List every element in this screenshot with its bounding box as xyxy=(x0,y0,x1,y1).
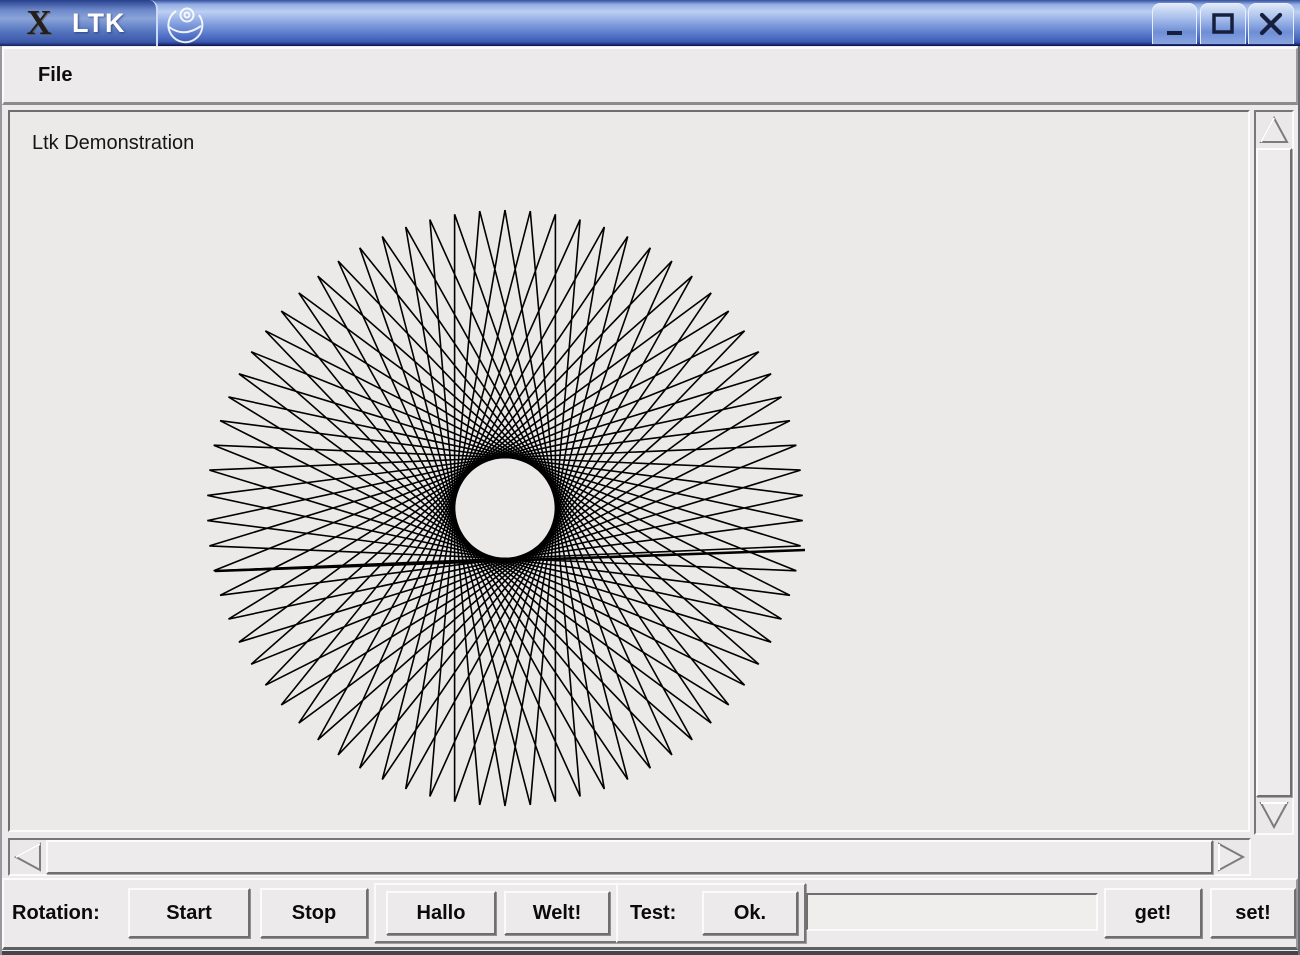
minimize-button[interactable] xyxy=(1152,3,1197,44)
spirograph-drawing xyxy=(10,112,1248,830)
welt-button[interactable]: Welt! xyxy=(504,891,610,935)
horizontal-scrollbar xyxy=(8,838,1251,876)
close-icon xyxy=(1258,11,1284,37)
right-arrow-icon xyxy=(1214,840,1248,874)
menu-file[interactable]: File xyxy=(30,62,80,89)
get-button[interactable]: get! xyxy=(1104,888,1202,938)
close-button[interactable] xyxy=(1248,3,1294,44)
window-title: LTK xyxy=(72,8,125,39)
stop-button[interactable]: Stop xyxy=(260,888,368,938)
x11-logo-icon: X xyxy=(22,5,56,41)
titlebar[interactable]: X LTK xyxy=(0,0,1300,46)
vertical-scrollbar-thumb[interactable] xyxy=(1256,148,1292,797)
scroll-down-button[interactable] xyxy=(1256,797,1292,833)
maximize-icon xyxy=(1211,12,1235,36)
maximize-button[interactable] xyxy=(1200,3,1246,44)
minimize-icon xyxy=(1164,10,1186,38)
left-arrow-icon xyxy=(11,840,45,874)
start-button[interactable]: Start xyxy=(128,888,250,938)
hallo-welt-frame: Hallo Welt! xyxy=(374,883,618,943)
test-frame: Test: Ok. xyxy=(616,883,806,943)
horizontal-scrollbar-thumb[interactable] xyxy=(46,840,1213,874)
vertical-scrollbar xyxy=(1254,110,1294,835)
set-button[interactable]: set! xyxy=(1210,888,1296,938)
scroll-right-button[interactable] xyxy=(1213,840,1249,874)
ltk-window: X LTK xyxy=(0,0,1300,955)
menubar: File xyxy=(2,47,1298,105)
scroll-left-button[interactable] xyxy=(10,840,46,874)
toolbar: Rotation: Start Stop Hallo Welt! Test: O… xyxy=(2,878,1298,950)
rotation-label: Rotation: xyxy=(12,880,100,946)
test-entry[interactable] xyxy=(806,893,1098,931)
titlebar-tab[interactable]: X LTK xyxy=(0,0,158,46)
ok-button[interactable]: Ok. xyxy=(702,891,798,935)
suse-geeko-icon xyxy=(163,3,207,45)
down-arrow-icon xyxy=(1257,798,1291,832)
scroll-up-button[interactable] xyxy=(1256,112,1292,148)
hallo-button[interactable]: Hallo xyxy=(386,891,496,935)
up-arrow-icon xyxy=(1257,113,1291,147)
canvas[interactable]: Ltk Demonstration xyxy=(8,110,1250,832)
test-label: Test: xyxy=(630,885,676,941)
